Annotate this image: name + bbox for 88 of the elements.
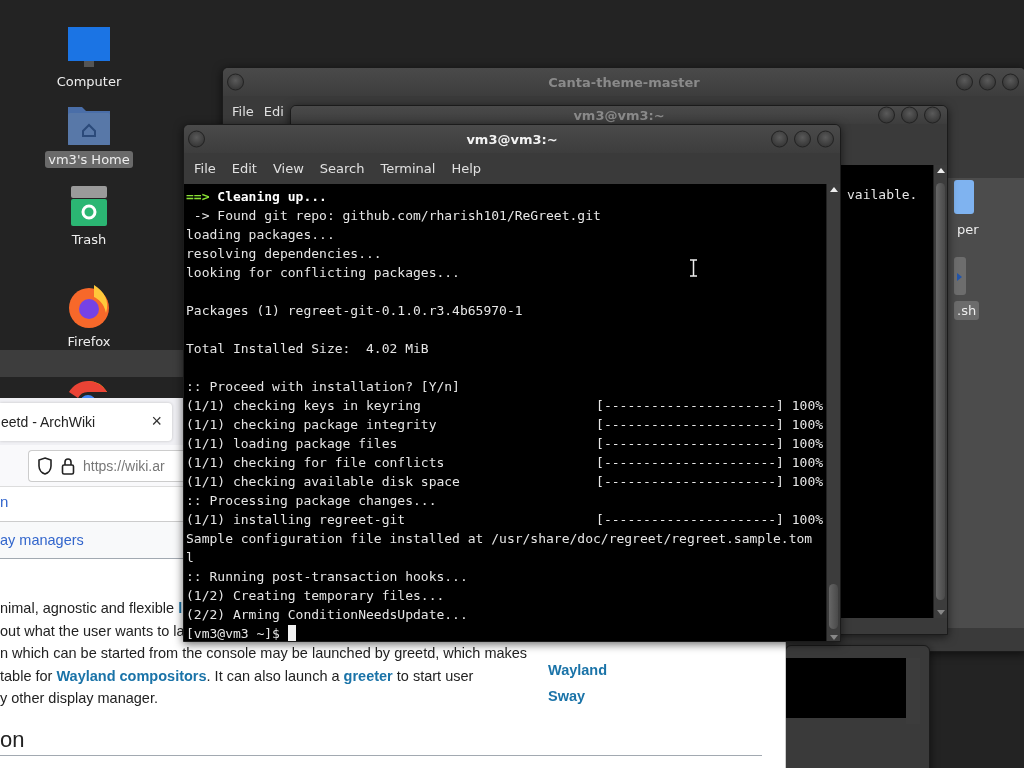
menu-item[interactable]: Terminal xyxy=(372,161,444,176)
wiki-link[interactable]: Wayland compositors xyxy=(56,667,207,684)
menu-item[interactable]: File xyxy=(227,104,259,119)
terminal-line: :: Processing package changes... xyxy=(186,492,437,510)
terminal-line: Packages (1) regreet-git-0.1.0.r3.4b65970-1 xyxy=(186,302,523,320)
terminal-line: (1/1) checking package integrity xyxy=(186,416,438,434)
window-control-button[interactable] xyxy=(901,106,918,124)
browser-tab[interactable]: eetd - ArchWiki × xyxy=(0,402,172,441)
menu-item[interactable]: Edi xyxy=(258,104,289,119)
progress-bar-text: [----------------------] xyxy=(596,397,784,415)
trash-icon[interactable] xyxy=(70,185,108,227)
section-heading: on xyxy=(0,727,25,753)
window-control-button[interactable] xyxy=(979,73,996,91)
text-cursor-icon xyxy=(689,259,698,277)
terminal-line: Cleaning up... xyxy=(217,188,327,206)
shield-icon[interactable] xyxy=(37,456,53,475)
terminal-arrow: ==> xyxy=(186,188,210,206)
paragraph-line: n which can be started from the console may be launched by greetd, which makes xyxy=(0,644,528,663)
terminal-line: :: Running post-transaction hooks... xyxy=(186,568,468,586)
window-control-button[interactable] xyxy=(956,73,973,91)
terminal-line: looking for conflicting packages... xyxy=(186,264,460,282)
file-label[interactable]: .sh xyxy=(954,301,980,320)
terminal-line: l xyxy=(186,549,194,567)
desktop-icon-label[interactable]: Computer xyxy=(53,73,125,90)
progress-percent: 100% xyxy=(791,454,824,472)
paragraph-line: nimal, agnostic and flexible l xyxy=(0,599,183,618)
terminal-line: :: Proceed with installation? [Y/n] xyxy=(186,378,460,396)
terminal-line: vailable. xyxy=(847,186,918,204)
progress-bar-text: [----------------------] xyxy=(596,454,784,472)
related-link[interactable]: Wayland xyxy=(548,660,608,681)
terminal-line: -> Found git repo: github.com/rharish101/ReGreet.git xyxy=(192,207,601,225)
progress-bar-text: [----------------------] xyxy=(596,435,784,453)
text-cursor xyxy=(287,625,296,641)
shell-prompt: [vm3@vm3 ~]$ xyxy=(186,625,280,641)
window-title: Canta-theme-master xyxy=(548,74,700,90)
terminal-line: (1/1) checking available disk space xyxy=(186,473,461,491)
window-control-button[interactable] xyxy=(878,106,895,124)
desktop-icon-label[interactable]: Trash xyxy=(68,231,110,248)
terminal-line: (1/1) checking keys in keyring xyxy=(186,397,422,415)
desktop-icon-label[interactable]: Firefox xyxy=(64,333,114,350)
nav-link[interactable]: n xyxy=(0,493,9,510)
related-link[interactable]: Sway xyxy=(548,686,608,707)
desktop-icon-label[interactable]: vm3's Home xyxy=(45,151,133,168)
url-field[interactable]: https://wiki.ar xyxy=(28,449,183,482)
window-menu-button[interactable] xyxy=(188,130,205,148)
wiki-link[interactable]: greeter xyxy=(343,667,393,684)
menu-item[interactable]: Help xyxy=(443,161,490,176)
tab-close-button[interactable]: × xyxy=(151,411,162,432)
lock-icon[interactable] xyxy=(61,456,75,475)
menu-item[interactable]: View xyxy=(264,161,312,176)
window-control-button[interactable] xyxy=(817,130,834,148)
folder-icon[interactable] xyxy=(954,178,976,216)
window-control-button[interactable] xyxy=(794,130,811,148)
progress-percent: 100% xyxy=(791,397,824,415)
terminal-line: (1/1) checking for file conflicts xyxy=(186,454,446,472)
terminal-line: (2/2) Arming ConditionNeedsUpdate... xyxy=(186,606,468,624)
terminal-line: resolving dependencies... xyxy=(186,245,382,263)
window-menu-button[interactable] xyxy=(227,73,244,91)
terminal-line: Sample configuration file installed at /usr/share/doc/regreet/regreet.sample.tom xyxy=(186,530,813,548)
firefox-icon[interactable] xyxy=(66,283,112,329)
terminal-line: (1/2) Creating temporary files... xyxy=(186,587,445,605)
window-control-button[interactable] xyxy=(1002,73,1019,91)
progress-percent: 100% xyxy=(791,416,824,434)
window-control-button[interactable] xyxy=(924,106,941,124)
progress-percent: 100% xyxy=(791,473,824,491)
file-label[interactable]: per xyxy=(954,220,982,239)
terminal-line: (1/1) installing regreet-git xyxy=(186,511,407,529)
progress-bar-text: [----------------------] xyxy=(596,511,784,529)
window-control-button[interactable] xyxy=(771,130,788,148)
progress-percent: 100% xyxy=(791,511,824,529)
scrollbar[interactable] xyxy=(826,184,840,641)
menu-item[interactable]: File xyxy=(186,161,224,176)
terminal-line: loading packages... xyxy=(186,226,335,244)
window-title: vm3@vm3:~ xyxy=(466,131,558,147)
paragraph-line: y other display manager. xyxy=(0,689,158,708)
progress-percent: 100% xyxy=(791,435,824,453)
terminal-line: (1/1) loading package files xyxy=(186,435,399,453)
progress-bar-text: [----------------------] xyxy=(596,473,784,491)
computer-icon[interactable] xyxy=(67,25,111,69)
progress-bar-text: [----------------------] xyxy=(596,416,784,434)
menu-item[interactable]: Search xyxy=(311,161,373,176)
menu-item[interactable]: Edit xyxy=(223,161,265,176)
terminal-line: Total Installed Size: 4.02 MiB xyxy=(186,340,429,358)
wiki-link[interactable]: l xyxy=(178,600,183,616)
script-file-icon[interactable] xyxy=(954,257,968,297)
paragraph-line: table for Wayland compositors. It can also launch a greeter to start user xyxy=(0,666,474,686)
window-title: vm3@vm3:~ xyxy=(573,107,665,123)
breadcrumb-link[interactable]: ay managers xyxy=(0,532,84,548)
